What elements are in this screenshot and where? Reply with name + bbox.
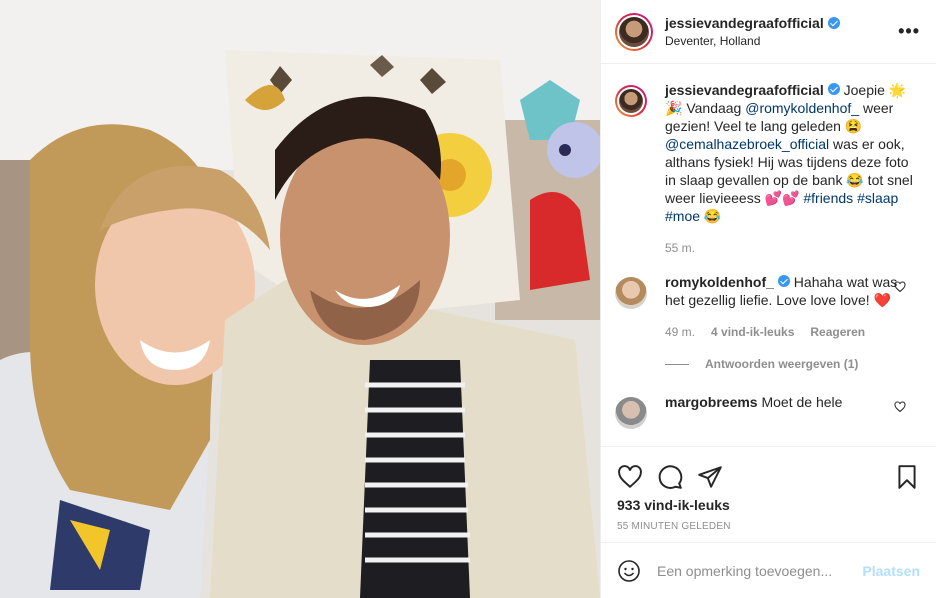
mention-link[interactable]: @romykoldenhof_ <box>745 100 859 116</box>
comment-item: margobreems Moet de hele <box>615 393 920 429</box>
replies-divider <box>665 363 689 365</box>
comments-section: jessievandegraafofficial Joepie 🌟🎉 Vanda… <box>601 65 936 445</box>
comment-time[interactable]: 49 m. <box>665 323 695 341</box>
caption-text-4: 😂 <box>700 208 722 224</box>
emoji-icon[interactable] <box>617 559 641 583</box>
post-modal: jessievandegraafofficial Deventer, Holla… <box>0 0 936 598</box>
post-location[interactable]: Deventer, Holland <box>665 34 898 48</box>
comment-icon[interactable] <box>657 464 683 490</box>
caption-username[interactable]: jessievandegraafofficial <box>665 82 824 98</box>
caption-time[interactable]: 55 m. <box>665 239 695 257</box>
verified-badge-icon <box>827 83 840 95</box>
caption-avatar[interactable] <box>615 85 647 117</box>
author-avatar[interactable] <box>615 12 653 51</box>
post-timestamp[interactable]: 55 MINUTEN GELEDEN <box>601 513 936 532</box>
comment-likes[interactable]: 4 vind-ik-leuks <box>711 323 794 341</box>
add-comment-bar: Plaatsen <box>601 542 936 598</box>
post-photo[interactable] <box>0 0 600 598</box>
comment-body: margobreems Moet de hele <box>665 393 920 429</box>
caption-comment: jessievandegraafofficial Joepie 🌟🎉 Vanda… <box>615 81 920 257</box>
comment-text: Moet de hele <box>757 394 843 410</box>
caption-meta: 55 m. <box>665 239 920 257</box>
author-username[interactable]: jessievandegraafofficial <box>665 15 824 31</box>
photo-illustration <box>0 0 600 598</box>
author-username-row: jessievandegraafofficial <box>665 15 840 31</box>
verified-badge-icon <box>777 275 790 287</box>
hashtag-link[interactable]: #moe <box>665 208 700 224</box>
commenter-avatar[interactable] <box>615 397 647 429</box>
verified-badge-icon <box>827 17 840 29</box>
post-side-panel: jessievandegraafofficial Deventer, Holla… <box>600 0 936 598</box>
caption-body: jessievandegraafofficial Joepie 🌟🎉 Vanda… <box>665 81 920 257</box>
comment-input[interactable] <box>657 562 863 579</box>
commenter-avatar[interactable] <box>615 277 647 309</box>
view-replies-label: Antwoorden weergeven (1) <box>705 357 859 371</box>
comment-item: romykoldenhof_ Hahaha wat was het gezell… <box>615 273 920 341</box>
action-icons <box>601 447 936 495</box>
comment-like-heart-icon[interactable] <box>894 401 906 413</box>
likes-count[interactable]: 933 vind-ik-leuks <box>601 495 936 513</box>
hashtag-link[interactable]: #friends <box>803 190 853 206</box>
author-info: jessievandegraafofficial Deventer, Holla… <box>665 15 898 48</box>
comment-body: romykoldenhof_ Hahaha wat was het gezell… <box>665 273 920 341</box>
comment-meta: 49 m. 4 vind-ik-leuks Reageren <box>665 323 920 341</box>
hashtag-link[interactable]: #slaap <box>857 190 898 206</box>
like-heart-icon[interactable] <box>617 464 643 490</box>
view-replies-button[interactable]: Antwoorden weergeven (1) <box>665 357 920 371</box>
share-icon[interactable] <box>697 464 723 490</box>
comment-like-heart-icon[interactable] <box>894 281 906 293</box>
reply-button[interactable]: Reageren <box>810 323 865 341</box>
post-header: jessievandegraafofficial Deventer, Holla… <box>601 0 936 64</box>
commenter-username[interactable]: romykoldenhof_ <box>665 274 774 290</box>
mention-link[interactable]: @cemalhazebroek_official <box>665 136 829 152</box>
bookmark-icon[interactable] <box>894 464 920 490</box>
more-options-icon[interactable]: ••• <box>898 21 920 42</box>
post-comment-button[interactable]: Plaatsen <box>862 563 920 579</box>
commenter-username[interactable]: margobreems <box>665 394 758 410</box>
